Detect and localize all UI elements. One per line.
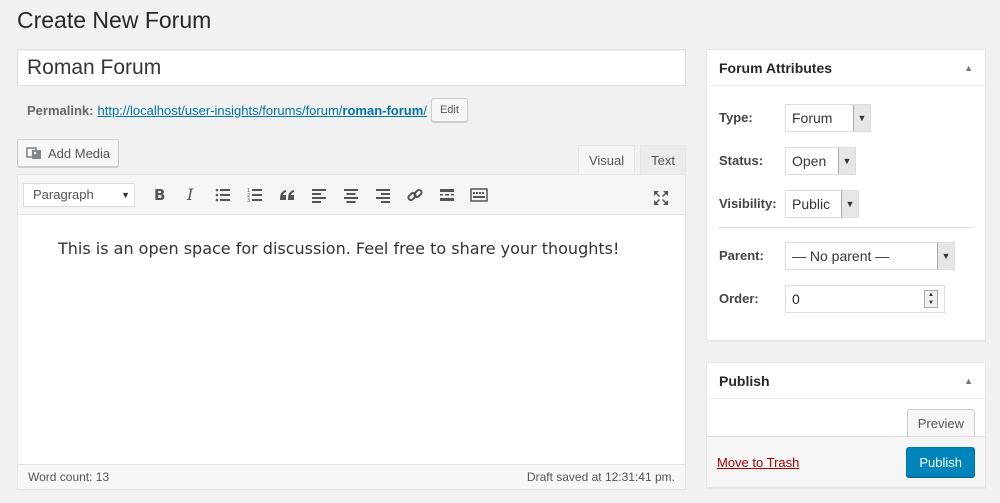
- svg-text:3: 3: [247, 198, 250, 204]
- editor-tabs: Visual Text: [573, 145, 686, 174]
- type-value: Forum: [792, 109, 833, 126]
- publish-title: Publish: [719, 372, 770, 389]
- permalink-slug: roman-forum: [342, 102, 424, 118]
- attr-type-row: Type: Forum ▼: [719, 96, 973, 139]
- publish-actions: Move to Trash Publish: [707, 436, 985, 487]
- chevron-down-icon: ▼: [838, 147, 855, 174]
- italic-icon[interactable]: I: [175, 180, 207, 210]
- page-title: Create New Forum: [17, 7, 212, 33]
- order-input[interactable]: 0 ▲ ▼: [785, 284, 945, 313]
- collapse-arrow-icon[interactable]: ▲: [964, 63, 973, 73]
- editor-content[interactable]: This is an open space for discussion. Fe…: [18, 215, 685, 282]
- order-label: Order:: [719, 291, 759, 306]
- align-center-icon[interactable]: [335, 180, 367, 210]
- editor-toolbar: Paragraph ▼ B I 123: [18, 175, 685, 215]
- forum-attributes-title: Forum Attributes: [719, 59, 833, 76]
- divider: [719, 227, 973, 228]
- draft-status: Draft saved at 12:31:41 pm.: [526, 470, 675, 484]
- chevron-down-icon: ▼: [121, 189, 130, 200]
- forum-attributes-box: Forum Attributes ▲ Type: Forum ▼ Status:…: [706, 49, 986, 341]
- align-right-icon[interactable]: [367, 180, 399, 210]
- permalink-edit-button[interactable]: Edit: [430, 98, 468, 122]
- status-label: Status:: [719, 153, 764, 168]
- attr-order-row: Order: 0 ▲ ▼: [719, 277, 973, 320]
- media-icon: [26, 145, 42, 161]
- svg-text:B: B: [154, 186, 165, 204]
- attr-status-row: Status: Open ▼: [719, 139, 973, 182]
- format-select-value: Paragraph: [33, 187, 94, 202]
- attr-parent-row: Parent: — No parent — ▼: [719, 234, 973, 277]
- forum-attributes-header[interactable]: Forum Attributes ▲: [707, 50, 985, 86]
- status-value: Open: [792, 152, 827, 169]
- chevron-down-icon: ▼: [937, 242, 954, 269]
- numbered-list-icon[interactable]: 123: [239, 180, 271, 210]
- tab-visual[interactable]: Visual: [577, 145, 636, 174]
- toolbar-toggle-icon[interactable]: [463, 180, 495, 210]
- permalink-link[interactable]: http://localhost/user-insights/forums/fo…: [97, 103, 426, 118]
- status-select[interactable]: Open ▼: [785, 146, 856, 175]
- bullet-list-icon[interactable]: [207, 180, 239, 210]
- add-media-label: Add Media: [48, 145, 111, 161]
- link-icon[interactable]: [399, 180, 431, 210]
- chevron-down-icon: ▼: [841, 190, 858, 217]
- blockquote-icon[interactable]: [271, 180, 303, 210]
- permalink-label: Permalink:: [27, 102, 94, 118]
- svg-text:I: I: [186, 186, 194, 204]
- visibility-value: Public: [792, 195, 831, 212]
- fullscreen-icon[interactable]: [645, 183, 677, 213]
- publish-box: Publish ▲ Preview Move to Trash Publish: [706, 362, 986, 488]
- order-value: 0: [792, 290, 800, 307]
- type-select[interactable]: Forum ▼: [785, 103, 871, 132]
- publish-button[interactable]: Publish: [906, 447, 975, 477]
- align-left-icon[interactable]: [303, 180, 335, 210]
- chevron-down-icon: ▼: [853, 104, 870, 131]
- tab-text[interactable]: Text: [640, 145, 686, 174]
- post-title-input[interactable]: Roman Forum: [17, 49, 686, 86]
- parent-label: Parent:: [719, 248, 764, 263]
- format-select[interactable]: Paragraph ▼: [23, 182, 135, 207]
- collapse-arrow-icon[interactable]: ▲: [964, 376, 973, 386]
- type-label: Type:: [719, 110, 753, 125]
- bold-icon[interactable]: B: [143, 180, 175, 210]
- number-spinner[interactable]: ▲ ▼: [924, 289, 938, 308]
- permalink-row: Permalink: http://localhost/user-insight…: [27, 98, 468, 122]
- editor-status-bar: Word count: 13 Draft saved at 12:31:41 p…: [18, 464, 685, 489]
- parent-value: — No parent —: [792, 247, 890, 264]
- read-more-icon[interactable]: [431, 180, 463, 210]
- parent-select[interactable]: — No parent — ▼: [785, 241, 955, 270]
- visibility-select[interactable]: Public ▼: [785, 189, 859, 218]
- add-media-button[interactable]: Add Media: [17, 139, 120, 167]
- publish-header[interactable]: Publish ▲: [707, 363, 985, 399]
- content-editor: Paragraph ▼ B I 123 This is an open spac…: [17, 174, 686, 490]
- word-count: Word count: 13: [28, 470, 110, 484]
- attr-visibility-row: Visibility: Public ▼: [719, 182, 973, 225]
- move-to-trash-link[interactable]: Move to Trash: [717, 455, 799, 470]
- preview-button[interactable]: Preview: [906, 409, 975, 437]
- visibility-label: Visibility:: [719, 196, 777, 211]
